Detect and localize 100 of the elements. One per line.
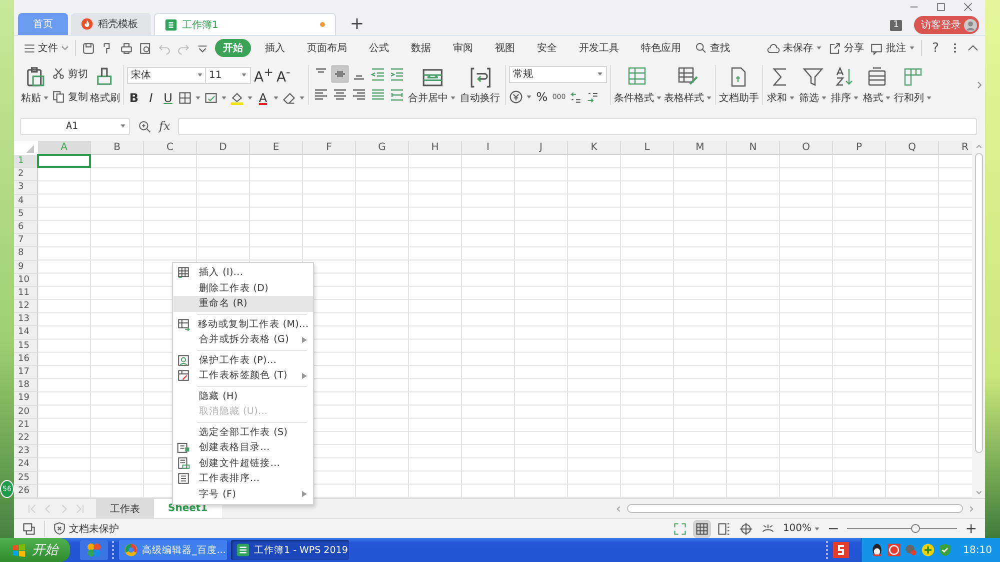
save-icon[interactable] — [82, 42, 95, 54]
ribbon-button[interactable]: 条件格式 — [614, 62, 662, 108]
fullscreen-icon[interactable] — [672, 522, 687, 536]
number-format-dropdown[interactable]: 常规 — [509, 66, 607, 83]
shield-icon[interactable] — [938, 543, 952, 557]
taskbar-button[interactable]: 工作簿1 - WPS 2019 — [231, 540, 349, 560]
bold-button[interactable]: B — [127, 91, 141, 106]
scroll-left-icon[interactable] — [615, 504, 623, 512]
ribbon-button[interactable]: 行和列 — [894, 62, 932, 108]
row-header[interactable]: 20 — [14, 406, 38, 419]
stop-sign-icon[interactable] — [887, 543, 902, 557]
align-middle-icon[interactable] — [331, 64, 349, 82]
zoom-formula-icon[interactable] — [138, 120, 151, 132]
borders-icon[interactable] — [178, 91, 192, 106]
row-header[interactable]: 18 — [14, 379, 38, 392]
function-button[interactable]: fx — [159, 119, 170, 133]
ribbon-button[interactable]: 复制 — [52, 90, 88, 104]
row-header[interactable]: 25 — [14, 472, 38, 485]
column-header[interactable]: B — [91, 141, 144, 155]
row-header[interactable]: 14 — [14, 326, 38, 340]
ribbon-button[interactable]: 格式 — [862, 62, 892, 108]
ribbon-tab[interactable]: 插入 — [257, 39, 293, 57]
ribbon-button[interactable]: 文档助手 — [719, 62, 759, 108]
login-button[interactable]: 访客登录 — [914, 16, 979, 34]
plus-circle-icon[interactable] — [921, 543, 936, 557]
ribbon-tab[interactable]: 安全 — [529, 39, 565, 57]
ribbon-button[interactable]: 筛选 — [798, 62, 828, 108]
row-header[interactable]: 26 — [14, 484, 38, 498]
help-button[interactable]: ? — [928, 40, 943, 56]
taskbar-button[interactable]: 高级编辑器_百度... — [119, 540, 227, 560]
menu-item[interactable]: 工作表标签颜色 (T) — [173, 368, 313, 384]
sheet-tab[interactable]: 工作表 — [96, 499, 154, 518]
toolbar-action[interactable]: 分享 — [828, 41, 864, 55]
increase-decimal-icon[interactable] — [569, 90, 583, 104]
font-size-dropdown[interactable]: 11 — [205, 66, 251, 84]
font-dropdown[interactable]: 宋体 — [127, 66, 207, 84]
ribbon-button[interactable]: 表格样式 — [664, 62, 712, 108]
ribbon-button[interactable]: 粘贴 — [20, 62, 50, 108]
fill-format-icon[interactable] — [204, 91, 218, 106]
ribbon-tab[interactable]: 视图 — [487, 39, 523, 57]
row-header[interactable]: 19 — [14, 392, 38, 406]
scrollbar-thumb[interactable] — [974, 153, 982, 453]
shrink-font-button[interactable]: A$^{-}$ — [276, 64, 290, 86]
column-header[interactable]: G — [356, 141, 409, 155]
ribbon-button[interactable]: 合并居中 — [408, 62, 456, 108]
scrollbar-thumb[interactable] — [627, 504, 963, 513]
window-count[interactable]: 1 — [890, 20, 902, 30]
row-header[interactable]: 2 — [14, 168, 38, 182]
column-header[interactable]: P — [833, 141, 886, 155]
zoom-in-button[interactable]: + — [965, 520, 977, 536]
font-color-button[interactable]: A — [256, 91, 270, 106]
decrease-decimal-icon[interactable] — [586, 90, 600, 104]
grow-font-button[interactable]: A$^{+}$ — [254, 64, 274, 86]
toolbar-action[interactable]: 未保存 — [767, 41, 822, 55]
row-header[interactable]: 6 — [14, 220, 38, 234]
row-header[interactable]: 11 — [14, 286, 38, 300]
document-tab[interactable]: 工作簿1 — [154, 13, 336, 35]
row-header[interactable]: 24 — [14, 458, 38, 472]
grid-view-icon[interactable] — [694, 522, 709, 536]
menu-item[interactable]: 创建表格目录... — [173, 440, 313, 456]
ribbon-tab[interactable]: 公式 — [361, 39, 397, 57]
ribbon-button[interactable]: 格式刷 — [90, 62, 120, 108]
scroll-down-icon[interactable] — [974, 488, 982, 496]
name-box[interactable]: A1 — [20, 118, 130, 134]
row-header[interactable]: 9 — [14, 260, 38, 274]
ribbon-tab[interactable]: 审阅 — [445, 39, 481, 57]
scroll-right-icon[interactable] — [967, 504, 975, 512]
menu-item[interactable]: 字号 (F) — [173, 486, 313, 502]
percent-button[interactable]: % — [535, 90, 549, 104]
currency-icon[interactable] — [509, 90, 523, 104]
zoom-out-button[interactable]: − — [828, 520, 840, 536]
column-header[interactable]: O — [780, 141, 833, 155]
input-method-icon[interactable] — [833, 542, 850, 558]
document-tab[interactable]: 稻壳模板 — [71, 13, 151, 35]
maximize-icon[interactable] — [936, 2, 946, 12]
menu-item[interactable]: 工作表排序... — [173, 471, 313, 486]
print-icon[interactable] — [120, 42, 133, 54]
menu-item[interactable]: 保护工作表 (P)... — [173, 352, 313, 368]
italic-button[interactable]: I — [144, 91, 158, 106]
formula-input[interactable] — [178, 118, 977, 134]
column-header[interactable]: H — [409, 141, 462, 155]
column-header[interactable]: K — [568, 141, 621, 155]
row-header[interactable]: 22 — [14, 432, 38, 446]
close-icon[interactable] — [963, 2, 973, 12]
column-header[interactable]: L — [621, 141, 674, 155]
eraser-icon[interactable] — [282, 91, 296, 106]
ribbon-button[interactable]: 排序 — [830, 62, 860, 108]
search-button[interactable]: 查找 — [695, 41, 730, 55]
row-header[interactable]: 15 — [14, 340, 38, 353]
underline-button[interactable]: U — [161, 91, 175, 106]
row-header[interactable]: 16 — [14, 352, 38, 366]
menu-item[interactable]: 选定全部工作表 (S) — [173, 424, 313, 440]
menu-item[interactable]: 删除工作表 (D) — [173, 280, 313, 296]
column-header[interactable]: Q — [886, 141, 939, 155]
row-header[interactable]: 21 — [14, 418, 38, 432]
selected-cell[interactable] — [37, 154, 91, 168]
row-header[interactable]: 3 — [14, 181, 38, 195]
row-header[interactable]: 17 — [14, 366, 38, 380]
menu-item[interactable]: 合并或拆分表格 (G) — [173, 332, 313, 348]
new-tab-button[interactable]: + — [343, 13, 371, 35]
